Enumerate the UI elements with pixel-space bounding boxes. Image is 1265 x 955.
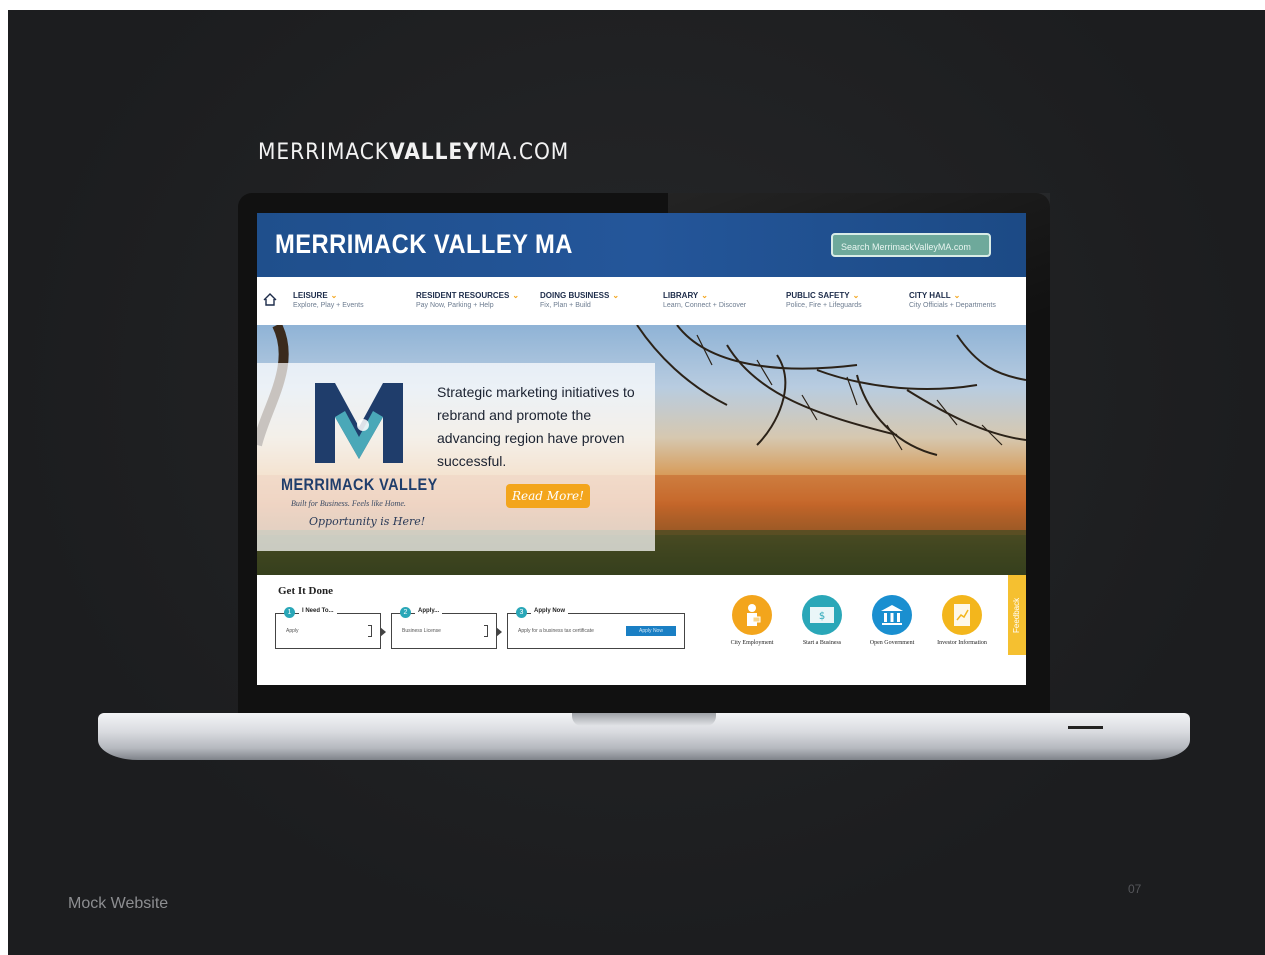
slide-footer-label: Mock Website xyxy=(68,895,169,912)
nav-subtitle: Fix, Plan + Build xyxy=(540,302,591,309)
merrimack-valley-logo-icon xyxy=(315,383,403,463)
government-building-icon xyxy=(872,595,912,635)
step-label: Apply Now xyxy=(531,608,568,614)
presentation-slide: MERRIMACKVALLEYMA.COM MERRIMACK VALLEY M… xyxy=(8,10,1265,955)
chevron-down-icon: ⌄ xyxy=(953,291,961,300)
step-description: Apply for a business tax certificate xyxy=(518,628,594,634)
hero-overlay-panel: MERRIMACK VALLEY Built for Business. Fee… xyxy=(257,363,655,551)
read-more-button[interactable]: Read More! xyxy=(506,484,590,508)
laptop-screen: MERRIMACK VALLEY MA Search MerrimackVall… xyxy=(257,213,1026,685)
arrow-right-icon xyxy=(496,627,502,637)
step-label: I Need To... xyxy=(299,608,337,614)
quick-link-open-government[interactable]: Open Government xyxy=(861,595,923,647)
nav-title: DOING BUSINESS xyxy=(540,291,610,300)
nav-title: RESIDENT RESOURCES xyxy=(416,291,510,300)
quick-link-city-employment[interactable]: City Employment xyxy=(721,595,783,647)
quick-link-label: City Employment xyxy=(730,640,774,646)
laptop-base xyxy=(98,713,1190,760)
step-number-badge: 2 xyxy=(400,607,411,618)
nav-subtitle: City Officials + Departments xyxy=(909,302,996,309)
nav-subtitle: Police, Fire + Lifeguards xyxy=(786,302,862,309)
quick-link-label: Start a Business xyxy=(802,640,842,646)
step-apply-select[interactable]: 2 Apply... Business License xyxy=(391,607,502,649)
hero-tagline: Built for Business. Feels like Home. xyxy=(291,499,406,508)
nav-title: PUBLIC SAFETY xyxy=(786,291,850,300)
dropdown-caret-icon xyxy=(368,625,372,637)
money-icon: $ xyxy=(802,595,842,635)
get-it-done-section: Get It Done 1 I Need To... Apply 2 Apply… xyxy=(257,575,1026,685)
step-i-need-to-select[interactable]: 1 I Need To... Apply xyxy=(275,607,386,649)
step-number-badge: 1 xyxy=(284,607,295,618)
step-label: Apply... xyxy=(415,608,443,614)
chevron-down-icon: ⌄ xyxy=(330,291,338,300)
main-navigation: LEISURE ⌄ Explore, Play + Events RESIDENT… xyxy=(257,277,1026,325)
nav-title: LIBRARY xyxy=(663,291,699,300)
laptop-slot xyxy=(1068,726,1103,729)
step-apply-now: 3 Apply Now Apply for a business tax cer… xyxy=(507,607,685,649)
laptop-notch xyxy=(572,713,716,726)
hero-banner: MERRIMACK VALLEY Built for Business. Fee… xyxy=(257,325,1026,575)
document-chart-icon xyxy=(942,595,982,635)
site-header: MERRIMACK VALLEY MA Search MerrimackVall… xyxy=(257,213,1026,277)
nav-item-library[interactable]: LIBRARY ⌄ Learn, Connect + Discover xyxy=(663,291,746,309)
slide-page-number: 07 xyxy=(1128,882,1142,896)
chevron-down-icon: ⌄ xyxy=(612,291,620,300)
chevron-down-icon: ⌄ xyxy=(852,291,860,300)
hero-brand-name: MERRIMACK VALLEY xyxy=(281,475,438,494)
arrow-right-icon xyxy=(380,627,386,637)
section-title: Get It Done xyxy=(278,585,333,597)
hero-script-slogan: Opportunity is Here! xyxy=(309,515,426,528)
svg-text:$: $ xyxy=(819,611,825,622)
nav-item-city-hall[interactable]: CITY HALL ⌄ City Officials + Departments xyxy=(909,291,996,309)
chevron-down-icon: ⌄ xyxy=(701,291,708,300)
chevron-down-icon: ⌄ xyxy=(512,291,520,300)
nav-title: LEISURE xyxy=(293,291,328,300)
nav-item-leisure[interactable]: LEISURE ⌄ Explore, Play + Events xyxy=(293,291,364,309)
nav-item-doing-business[interactable]: DOING BUSINESS ⌄ Fix, Plan + Build xyxy=(540,291,619,309)
nav-title: CITY HALL xyxy=(909,291,951,300)
apply-now-button[interactable]: Apply Now xyxy=(626,626,676,636)
dropdown-caret-icon xyxy=(484,625,488,637)
home-icon[interactable] xyxy=(263,293,277,311)
step-selected-value: Business License xyxy=(402,628,441,634)
feedback-tab[interactable]: Feedback xyxy=(1008,575,1026,655)
quick-link-label: Investor Information xyxy=(937,640,987,646)
nav-subtitle: Pay Now, Parking + Help xyxy=(416,302,494,309)
nav-subtitle: Explore, Play + Events xyxy=(293,302,364,309)
quick-link-start-business[interactable]: $ Start a Business xyxy=(791,595,853,647)
nav-item-resident-resources[interactable]: RESIDENT RESOURCES ⌄ Pay Now, Parking + H… xyxy=(416,291,519,309)
quick-link-investor-information[interactable]: Investor Information xyxy=(931,595,993,647)
step-selected-value: Apply xyxy=(286,628,299,634)
quick-link-label: Open Government xyxy=(869,640,915,646)
step-number-badge: 3 xyxy=(516,607,527,618)
briefcase-icon xyxy=(732,595,772,635)
search-input[interactable]: Search MerrimackValleyMA.com xyxy=(831,233,991,257)
nav-item-public-safety[interactable]: PUBLIC SAFETY ⌄ Police, Fire + Lifeguards xyxy=(786,291,862,309)
site-title[interactable]: MERRIMACK VALLEY MA xyxy=(275,229,573,260)
nav-subtitle: Learn, Connect + Discover xyxy=(663,302,747,309)
hero-headline: Strategic marketing initiatives to rebra… xyxy=(437,384,635,469)
site-url-heading: MERRIMACKVALLEYMA.COM xyxy=(258,140,570,165)
